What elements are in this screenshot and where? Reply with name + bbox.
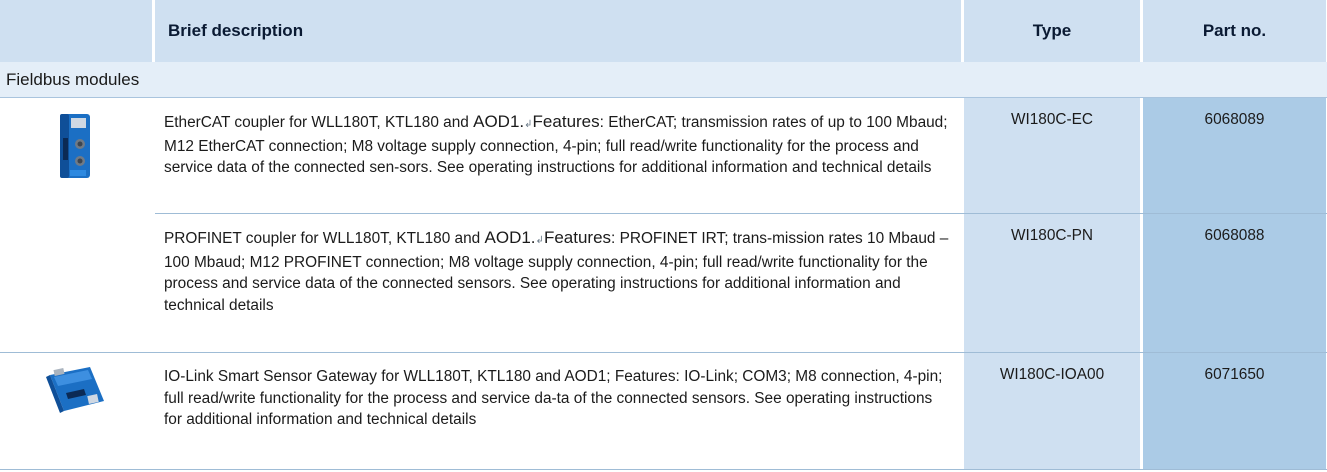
line-break-mark-icon: ↲ <box>535 235 544 246</box>
row-part-no: 6068088 <box>1143 214 1326 352</box>
product-image-cell <box>0 214 152 352</box>
ethercat-coupler-image <box>60 114 90 178</box>
product-image-cell <box>0 353 152 469</box>
line-break-mark-icon: ↲ <box>524 119 533 130</box>
description-model: AOD1. <box>484 228 536 247</box>
row-description: PROFINET coupler for WLL180T, KTL180 and… <box>155 214 961 352</box>
row-type: WI180C-EC <box>964 98 1140 214</box>
header-image-cell <box>0 0 152 62</box>
row-part-no: 6071650 <box>1143 353 1326 469</box>
table-row: IO-Link Smart Sensor Gateway for WLL180T… <box>0 353 1327 469</box>
row-part-no: 6068089 <box>1143 98 1326 214</box>
header-description: Brief description <box>155 0 961 62</box>
row-type: WI180C-PN <box>964 214 1140 352</box>
table-bottom-border <box>0 469 1327 470</box>
row-description: IO-Link Smart Sensor Gateway for WLL180T… <box>164 368 943 428</box>
table-header: Brief description Type Part no. <box>0 0 1327 62</box>
description-features: Features <box>543 228 612 247</box>
row-description: EtherCAT coupler for WLL180T, KTL180 and… <box>155 98 961 214</box>
header-part-no: Part no. <box>1143 0 1326 62</box>
product-table: Brief description Type Part no. Fieldbus… <box>0 0 1327 472</box>
table-row: PROFINET coupler for WLL180T, KTL180 and… <box>0 214 1327 352</box>
row-type: WI180C-IOA00 <box>964 353 1140 469</box>
io-link-gateway-image <box>46 367 104 413</box>
header-type: Type <box>964 0 1140 62</box>
description-text: EtherCAT coupler for WLL180T, KTL180 and <box>164 114 474 131</box>
table-row: EtherCAT coupler for WLL180T, KTL180 and… <box>0 98 1327 214</box>
product-image-cell <box>0 98 152 214</box>
description-features: Features <box>532 112 600 131</box>
description-model: AOD1. <box>473 112 525 131</box>
section-title: Fieldbus modules <box>0 62 1327 98</box>
description-text: PROFINET coupler for WLL180T, KTL180 and <box>164 230 485 247</box>
